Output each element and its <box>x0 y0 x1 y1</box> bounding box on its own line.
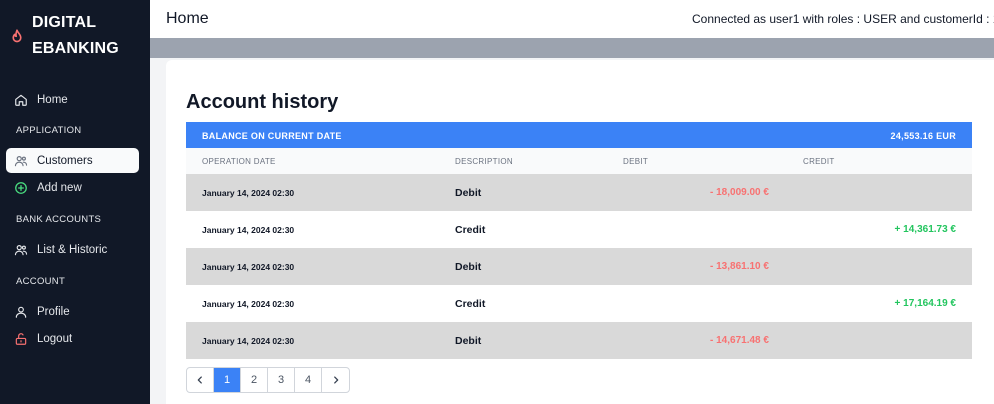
user-icon <box>15 306 27 318</box>
section-bank-accounts: BANK ACCOUNTS <box>16 214 102 225</box>
credit-amount: + 17,164.19 € <box>894 298 956 309</box>
column-header-credit: CREDIT <box>803 157 835 166</box>
operation-date: January 14, 2024 02:30 <box>202 262 295 272</box>
operation-description: Credit <box>455 298 486 310</box>
top-bar: Home Connected as user1 with roles : USE… <box>150 0 994 38</box>
brand[interactable]: DIGITAL EBANKING <box>8 10 119 62</box>
page-button-4[interactable]: 4 <box>295 368 322 392</box>
debit-amount: - 14,671.48 € <box>710 335 769 346</box>
users-icon <box>14 244 28 255</box>
page-button-2[interactable]: 2 <box>241 368 268 392</box>
previous-page-button[interactable] <box>187 368 214 392</box>
header-band <box>150 38 994 58</box>
column-header-debit: DEBIT <box>623 157 649 166</box>
operation-date: January 14, 2024 02:30 <box>202 299 295 309</box>
sidebar-item-label: Profile <box>37 305 70 318</box>
chevron-right-icon <box>333 376 338 384</box>
operation-description: Debit <box>455 335 482 347</box>
balance-bar: BALANCE ON CURRENT DATE 24,553.16 EUR <box>186 122 972 148</box>
column-header-description: DESCRIPTION <box>455 157 513 166</box>
operation-description: Credit <box>455 224 486 236</box>
unlock-icon <box>15 332 27 345</box>
balance-label: BALANCE ON CURRENT DATE <box>202 131 342 141</box>
credit-amount: + 14,361.73 € <box>894 224 956 235</box>
operation-description: Debit <box>455 187 482 199</box>
users-icon <box>14 155 28 166</box>
sidebar-item-label: List & Historic <box>37 243 108 256</box>
sidebar-item-add-new[interactable]: Add new <box>6 175 139 200</box>
balance-value: 24,553.16 EUR <box>890 131 956 141</box>
table-row[interactable]: January 14, 2024 02:30 Debit - 18,009.00… <box>186 174 972 211</box>
sidebar-item-profile[interactable]: Profile <box>6 299 139 324</box>
operation-date: January 14, 2024 02:30 <box>202 188 295 198</box>
debit-amount: - 13,861.10 € <box>710 261 769 272</box>
chevron-left-icon <box>197 376 202 384</box>
page-button-3[interactable]: 3 <box>268 368 295 392</box>
table-row[interactable]: January 14, 2024 02:30 Debit - 14,671.48… <box>186 322 972 359</box>
brand-line-2: EBANKING <box>32 40 119 57</box>
table-header: OPERATION DATE DESCRIPTION DEBIT CREDIT <box>186 148 972 174</box>
sidebar-item-label: Logout <box>37 332 73 345</box>
pagination: 1 2 3 4 <box>186 367 350 393</box>
sidebar-item-customers[interactable]: Customers <box>6 148 139 173</box>
account-history-card: Account history BALANCE ON CURRENT DATE … <box>166 60 994 404</box>
debit-amount: - 18,009.00 € <box>710 187 769 198</box>
operation-date: January 14, 2024 02:30 <box>202 336 295 346</box>
sidebar-item-label: Customers <box>37 154 93 167</box>
sidebar: DIGITAL EBANKING Home APPLICATION Custom… <box>0 0 150 404</box>
next-page-button[interactable] <box>322 368 349 392</box>
table-row[interactable]: January 14, 2024 02:30 Debit - 13,861.10… <box>186 248 972 285</box>
section-account: ACCOUNT <box>16 276 66 287</box>
sidebar-item-label: Add new <box>37 181 82 194</box>
column-header-operation-date: OPERATION DATE <box>202 157 276 166</box>
table-row[interactable]: January 14, 2024 02:30 Credit + 17,164.1… <box>186 285 972 322</box>
sidebar-item-label: Home <box>37 93 68 106</box>
section-application: APPLICATION <box>16 125 82 136</box>
page-button-1[interactable]: 1 <box>214 368 241 392</box>
connected-user-info: Connected as user1 with roles : USER and… <box>692 12 994 26</box>
plus-circle-icon <box>15 181 27 194</box>
account-history-heading: Account history <box>186 91 339 113</box>
sidebar-item-logout[interactable]: Logout <box>6 326 139 351</box>
table-row[interactable]: January 14, 2024 02:30 Credit + 14,361.7… <box>186 211 972 248</box>
operation-description: Debit <box>455 261 482 273</box>
page-title: Home <box>166 10 209 27</box>
sidebar-item-list-historic[interactable]: List & Historic <box>6 237 139 262</box>
sidebar-item-home[interactable]: Home <box>6 87 139 112</box>
brand-line-1: DIGITAL <box>32 14 97 31</box>
flame-icon <box>12 29 22 43</box>
home-icon <box>15 94 27 106</box>
operation-date: January 14, 2024 02:30 <box>202 225 295 235</box>
